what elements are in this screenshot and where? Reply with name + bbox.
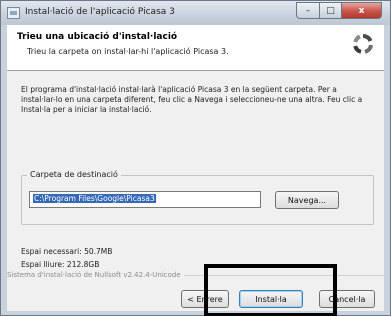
title-bar[interactable]: Instal·lació de l'aplicació Picasa 3 – □… — [1, 1, 390, 25]
maximize-button[interactable]: □ — [320, 2, 342, 19]
window-controls: – □ x — [296, 2, 382, 20]
space-required-text: Espai necessari: 50.7MB — [21, 247, 113, 256]
window-title: Instal·lació de l'aplicació Picasa 3 — [25, 7, 175, 17]
app-window-icon — [7, 7, 20, 19]
dialog-header: Trieu una ubicació d'instal·lació Trieu … — [7, 25, 384, 71]
picasa-logo-icon — [353, 34, 373, 54]
browse-button[interactable]: Navega... — [275, 191, 339, 209]
install-highlight-box — [204, 264, 337, 316]
installer-branding-text: Sistema d'instal·lació de Nullsoft v2.42… — [7, 271, 184, 279]
destination-path-value: C:\Program Files\Google\Picasa3 — [33, 194, 156, 203]
close-button[interactable]: x — [342, 2, 382, 19]
page-title: Trieu una ubicació d'instal·lació — [17, 32, 178, 42]
installer-window: Instal·lació de l'aplicació Picasa 3 – □… — [0, 0, 391, 316]
instructions-text: El programa d'instal·lació instal·larà l… — [21, 85, 363, 114]
page-subtitle: Trieu la carpeta on instal·lar-hi l'apli… — [27, 47, 229, 56]
destination-path-input[interactable]: C:\Program Files\Google\Picasa3 — [29, 191, 261, 208]
minimize-button[interactable]: – — [296, 2, 320, 19]
space-free-text: Espai lliure: 212.8GB — [21, 260, 100, 269]
destination-group-label: Carpeta de destinació — [27, 170, 121, 179]
